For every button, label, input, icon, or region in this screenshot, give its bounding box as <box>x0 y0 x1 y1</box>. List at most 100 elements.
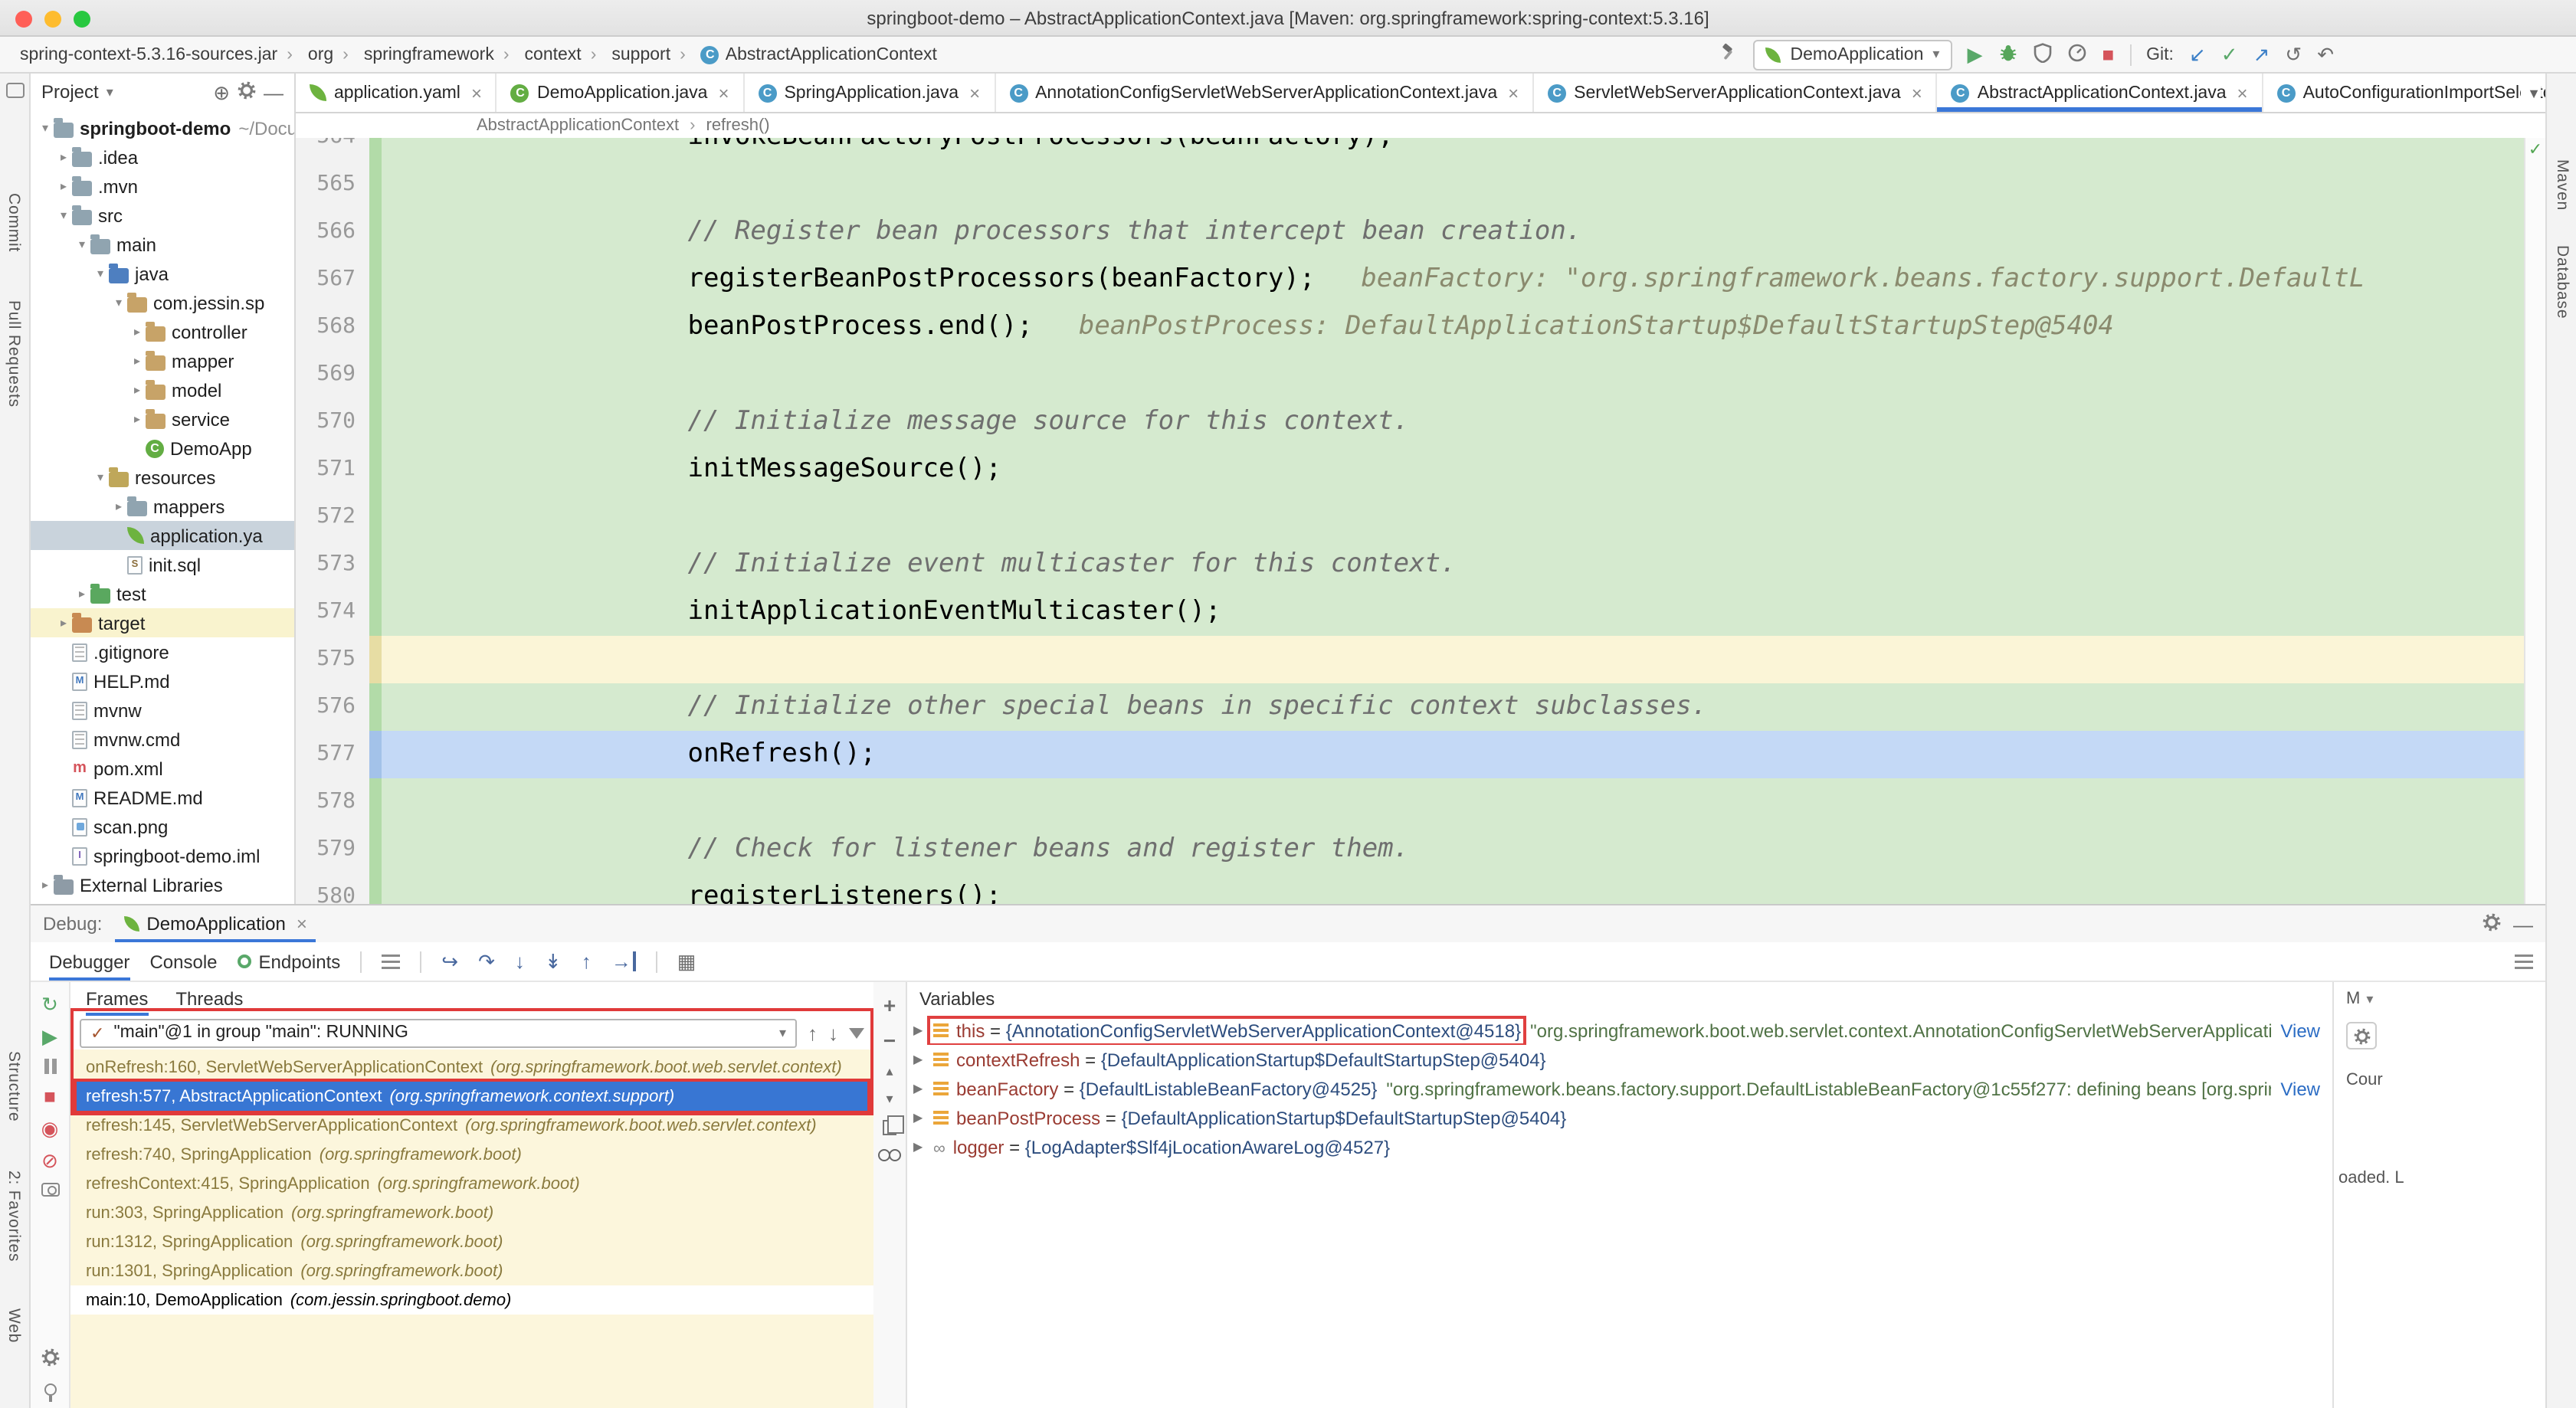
variable-row[interactable]: ▶ beanFactory = {DefaultListableBeanFact… <box>907 1074 2332 1103</box>
tree-item[interactable]: scan.png <box>31 812 294 841</box>
frames-tab[interactable]: Frames <box>86 982 148 1016</box>
tree-item[interactable]: java <box>31 259 294 288</box>
run-to-cursor-icon[interactable]: → <box>611 951 636 971</box>
tool-structure[interactable]: Structure <box>5 1051 23 1121</box>
coverage-button[interactable] <box>2033 42 2051 67</box>
line-number[interactable]: 572 <box>296 493 369 541</box>
memory-settings-icon[interactable] <box>2346 1022 2377 1049</box>
code-line[interactable]: 564 invokeBeanFactoryPostProcessors(bean… <box>296 138 2524 161</box>
close-tab-icon[interactable]: × <box>471 82 482 103</box>
tree-item[interactable]: service <box>31 404 294 434</box>
stack-frame[interactable]: onRefresh:160, ServletWebServerApplicati… <box>70 1053 873 1082</box>
view-link[interactable]: View <box>2280 1020 2320 1041</box>
resume-icon[interactable]: ▶ <box>42 1027 57 1046</box>
breadcrumb-class[interactable]: AbstractApplicationContext <box>477 116 679 135</box>
variable-row[interactable]: ▶ beanPostProcess = {DefaultApplicationS… <box>907 1103 2332 1132</box>
tree-chevron-icon[interactable] <box>55 208 72 222</box>
rerun-icon[interactable]: ↻ <box>41 994 58 1014</box>
stack-frame[interactable]: run:303, SpringApplication (org.springfr… <box>70 1198 873 1227</box>
code-line[interactable]: 567 registerBeanPostProcessors(beanFacto… <box>296 256 2524 303</box>
tree-chevron-icon[interactable] <box>55 616 72 630</box>
next-frame-icon[interactable]: ↓ <box>828 1023 838 1043</box>
tree-item[interactable]: com.jessin.sp <box>31 288 294 317</box>
line-number[interactable]: 571 <box>296 446 369 493</box>
tree-chevron-icon[interactable] <box>129 325 146 339</box>
expand-chevron-icon[interactable]: ▶ <box>913 1111 932 1125</box>
run-button[interactable]: ▶ <box>1967 44 1982 64</box>
close-tab-icon[interactable]: × <box>969 82 980 103</box>
tree-item[interactable]: pom.xml <box>31 754 294 783</box>
code-line[interactable]: 566 // Register bean processors that int… <box>296 208 2524 256</box>
editor-tab[interactable]: AnnotationConfigServletWebServerApplicat… <box>995 74 1534 112</box>
line-number[interactable]: 574 <box>296 588 369 636</box>
move-up-icon[interactable]: ▴ <box>886 1065 893 1079</box>
tree-item[interactable]: mappers <box>31 492 294 521</box>
filter-frames-icon[interactable] <box>849 1027 864 1038</box>
stack-frame[interactable]: refresh:740, SpringApplication (org.spri… <box>70 1140 873 1169</box>
tree-chevron-icon[interactable] <box>37 121 54 135</box>
tree-item[interactable]: resources <box>31 463 294 492</box>
line-number[interactable]: 565 <box>296 161 369 208</box>
code-line[interactable]: 565 <box>296 161 2524 208</box>
breadcrumb-item[interactable]: AbstractApplicationContext <box>675 45 942 64</box>
breadcrumb-item[interactable]: support <box>586 45 675 64</box>
force-step-into-icon[interactable]: ↡ <box>545 951 562 971</box>
minimize-window-button[interactable] <box>44 11 61 28</box>
tree-item[interactable]: main <box>31 230 294 259</box>
close-tab-icon[interactable]: × <box>297 913 307 935</box>
tree-item[interactable]: HELP.md <box>31 666 294 696</box>
code-line[interactable]: 569 <box>296 351 2524 398</box>
tree-item[interactable]: src <box>31 201 294 230</box>
breadcrumb-item[interactable]: context <box>499 45 586 64</box>
tree-item[interactable]: application.ya <box>31 521 294 550</box>
line-number[interactable]: 575 <box>296 636 369 683</box>
project-view-selector[interactable]: Project <box>41 81 99 103</box>
layout-icon[interactable] <box>2515 954 2533 970</box>
code-line[interactable]: 574 initApplicationEventMulticaster(); <box>296 588 2524 636</box>
close-window-button[interactable] <box>15 11 32 28</box>
memory-tab[interactable]: M <box>2346 990 2360 1008</box>
run-config-selector[interactable]: DemoApplication ▾ <box>1754 39 1952 70</box>
tree-item[interactable]: controller <box>31 317 294 346</box>
code-line[interactable]: 573 // Initialize event multicaster for … <box>296 541 2524 588</box>
tree-item[interactable]: target <box>31 608 294 637</box>
thread-selector[interactable]: ✓ "main"@1 in group "main": RUNNING ▾ <box>80 1018 797 1047</box>
line-number[interactable]: 567 <box>296 256 369 303</box>
tree-item[interactable]: model <box>31 375 294 404</box>
line-number[interactable]: 579 <box>296 826 369 873</box>
hidden-tabs-chevron-icon[interactable]: ▼ <box>2521 86 2541 101</box>
camera-icon[interactable] <box>41 1183 59 1197</box>
stack-frame[interactable]: refresh:577, AbstractApplicationContext … <box>70 1082 873 1111</box>
variable-row[interactable]: ▶ contextRefresh = {DefaultApplicationSt… <box>907 1045 2332 1074</box>
tree-item[interactable]: .gitignore <box>31 637 294 666</box>
tree-item[interactable]: springboot-demo ~/Docum <box>31 113 294 142</box>
code-line[interactable]: 572 <box>296 493 2524 541</box>
editor-tab[interactable]: AutoConfigurationImportSelector × <box>2263 74 2545 112</box>
code-line[interactable]: 578 <box>296 778 2524 826</box>
expand-chevron-icon[interactable]: ▶ <box>913 1140 932 1154</box>
inspection-scrollbar[interactable]: ✓ <box>2524 138 2545 904</box>
tool-commit[interactable]: Commit <box>5 193 23 252</box>
stack-frame[interactable]: run:1312, SpringApplication (org.springf… <box>70 1227 873 1256</box>
tool-web[interactable]: Web <box>5 1308 23 1343</box>
tree-chevron-icon[interactable] <box>129 383 146 397</box>
line-number[interactable]: 576 <box>296 683 369 731</box>
close-tab-icon[interactable]: × <box>2237 82 2248 103</box>
debug-button[interactable] <box>1998 42 2017 67</box>
threads-tab[interactable]: Threads <box>175 982 243 1016</box>
code-line[interactable]: 571 initMessageSource(); <box>296 446 2524 493</box>
tool-favorites[interactable]: 2: Favorites <box>5 1171 23 1262</box>
tree-chevron-icon[interactable] <box>110 296 127 309</box>
close-tab-icon[interactable]: × <box>1912 82 1922 103</box>
pin-icon[interactable] <box>44 1383 56 1396</box>
undo-button[interactable]: ↶ <box>2317 44 2334 64</box>
close-tab-icon[interactable]: × <box>718 82 729 103</box>
pause-icon[interactable] <box>44 1059 56 1074</box>
line-number[interactable]: 570 <box>296 398 369 446</box>
build-icon[interactable] <box>1719 43 1739 66</box>
editor-tab[interactable]: AbstractApplicationContext.java × <box>1938 74 2263 112</box>
line-number[interactable]: 566 <box>296 208 369 256</box>
duplicate-icon[interactable] <box>883 1120 896 1135</box>
hide-panel-icon[interactable]: — <box>2513 914 2533 934</box>
tree-item[interactable]: mvnw <box>31 696 294 725</box>
